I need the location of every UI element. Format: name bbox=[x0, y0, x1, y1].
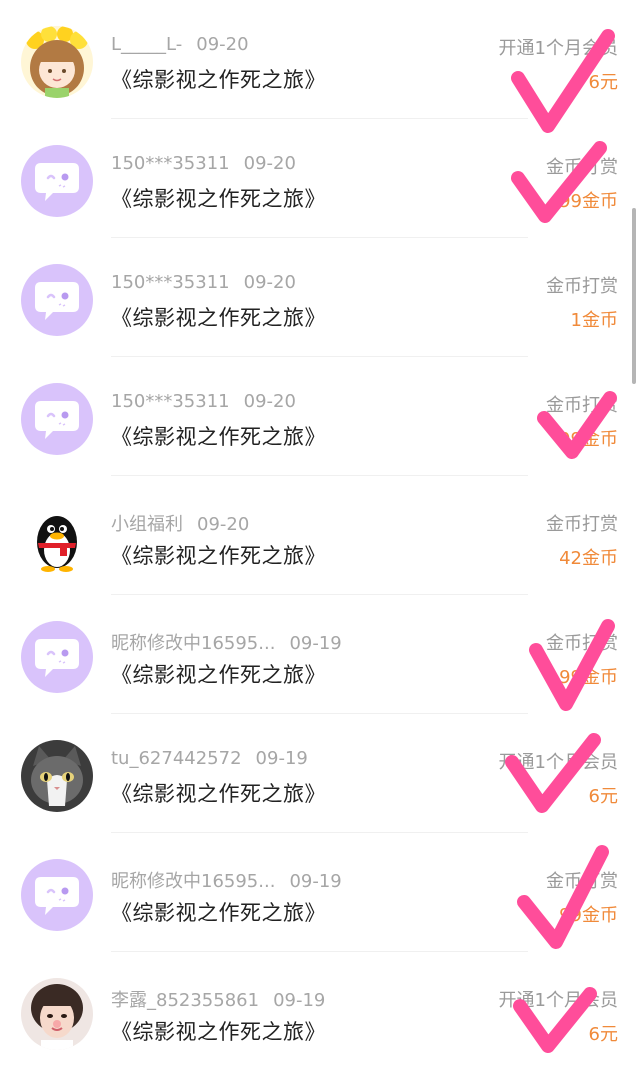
transaction-amount: 6元 bbox=[588, 786, 618, 807]
transaction-amount: 99金币 bbox=[559, 667, 618, 688]
username[interactable]: 昵称修改中16595... bbox=[111, 633, 275, 654]
list-item[interactable]: 150***35311 09-20 《综影视之作死之旅》 金币打赏 99金币 bbox=[0, 357, 640, 476]
transaction-amount: 6元 bbox=[588, 1024, 618, 1045]
list-item[interactable]: 李露_852355861 09-19 《综影视之作死之旅》 开通1个月会员 6元 bbox=[0, 952, 640, 1071]
transaction-amount: 99金币 bbox=[559, 191, 618, 212]
transaction-type: 金币打赏 bbox=[546, 395, 618, 416]
default-chat-avatar[interactable] bbox=[21, 264, 93, 336]
date: 09-20 bbox=[243, 153, 296, 174]
default-chat-avatar[interactable] bbox=[21, 859, 93, 931]
book-title: 《综影视之作死之旅》 bbox=[111, 663, 326, 687]
date: 09-20 bbox=[196, 34, 249, 55]
list-item[interactable]: 昵称修改中16595... 09-19 《综影视之作死之旅》 金币打赏 99金币 bbox=[0, 595, 640, 714]
book-title: 《综影视之作死之旅》 bbox=[111, 306, 326, 330]
date: 09-19 bbox=[273, 990, 326, 1011]
username[interactable]: 小组福利 bbox=[111, 514, 183, 535]
date: 09-20 bbox=[197, 514, 250, 535]
user-meta: 李露_852355861 09-19 bbox=[111, 986, 326, 1011]
transaction-type: 开通1个月会员 bbox=[498, 990, 618, 1011]
user-meta: 150***35311 09-20 bbox=[111, 272, 296, 296]
transaction-type: 开通1个月会员 bbox=[498, 38, 618, 59]
girl-photo-avatar[interactable] bbox=[21, 978, 93, 1050]
transaction-amount: 6元 bbox=[588, 72, 618, 93]
transaction-type: 金币打赏 bbox=[546, 633, 618, 654]
date: 09-19 bbox=[255, 748, 308, 769]
user-meta: L_____L- 09-20 bbox=[111, 34, 249, 58]
date: 09-19 bbox=[289, 633, 342, 654]
reward-list: L_____L- 09-20 《综影视之作死之旅》 开通1个月会员 6元 150*… bbox=[0, 0, 640, 1071]
username[interactable]: L_____L- bbox=[111, 34, 182, 55]
transaction-type: 金币打赏 bbox=[546, 871, 618, 892]
username[interactable]: 昵称修改中16595... bbox=[111, 871, 275, 892]
book-title: 《综影视之作死之旅》 bbox=[111, 1020, 326, 1044]
penguin-avatar[interactable] bbox=[21, 502, 93, 574]
book-title: 《综影视之作死之旅》 bbox=[111, 544, 326, 568]
username[interactable]: tu_627442572 bbox=[111, 748, 242, 769]
date: 09-20 bbox=[243, 391, 296, 412]
username[interactable]: 150***35311 bbox=[111, 272, 230, 293]
default-chat-avatar[interactable] bbox=[21, 145, 93, 217]
default-chat-avatar[interactable] bbox=[21, 383, 93, 455]
user-meta: 150***35311 09-20 bbox=[111, 391, 296, 415]
date: 09-20 bbox=[243, 272, 296, 293]
user-meta: 昵称修改中16595... 09-19 bbox=[111, 867, 342, 892]
list-item[interactable]: 150***35311 09-20 《综影视之作死之旅》 金币打赏 1金币 bbox=[0, 238, 640, 357]
book-title: 《综影视之作死之旅》 bbox=[111, 187, 326, 211]
transaction-type: 开通1个月会员 bbox=[498, 752, 618, 773]
transaction-type: 金币打赏 bbox=[546, 276, 618, 297]
list-item[interactable]: 昵称修改中16595... 09-19 《综影视之作死之旅》 金币打赏 99金币 bbox=[0, 833, 640, 952]
list-item[interactable]: L_____L- 09-20 《综影视之作死之旅》 开通1个月会员 6元 bbox=[0, 0, 640, 119]
cat-photo-avatar[interactable] bbox=[21, 740, 93, 812]
username[interactable]: 150***35311 bbox=[111, 391, 230, 412]
anime-girl-avatar[interactable] bbox=[21, 26, 93, 98]
transaction-type: 金币打赏 bbox=[546, 514, 618, 535]
user-meta: 150***35311 09-20 bbox=[111, 153, 296, 177]
scrollbar[interactable] bbox=[632, 208, 636, 384]
user-meta: 昵称修改中16595... 09-19 bbox=[111, 629, 342, 654]
date: 09-19 bbox=[289, 871, 342, 892]
book-title: 《综影视之作死之旅》 bbox=[111, 901, 326, 925]
default-chat-avatar[interactable] bbox=[21, 621, 93, 693]
book-title: 《综影视之作死之旅》 bbox=[111, 782, 326, 806]
user-meta: 小组福利 09-20 bbox=[111, 510, 250, 535]
book-title: 《综影视之作死之旅》 bbox=[111, 425, 326, 449]
book-title: 《综影视之作死之旅》 bbox=[111, 68, 326, 92]
list-item[interactable]: 小组福利 09-20 《综影视之作死之旅》 金币打赏 42金币 bbox=[0, 476, 640, 595]
list-item[interactable]: tu_627442572 09-19 《综影视之作死之旅》 开通1个月会员 6元 bbox=[0, 714, 640, 833]
transaction-amount: 1金币 bbox=[570, 310, 618, 331]
transaction-amount: 42金币 bbox=[559, 548, 618, 569]
transaction-amount: 99金币 bbox=[559, 905, 618, 926]
transaction-type: 金币打赏 bbox=[546, 157, 618, 178]
user-meta: tu_627442572 09-19 bbox=[111, 748, 308, 772]
transaction-amount: 99金币 bbox=[559, 429, 618, 450]
username[interactable]: 李露_852355861 bbox=[111, 990, 259, 1011]
list-item[interactable]: 150***35311 09-20 《综影视之作死之旅》 金币打赏 99金币 bbox=[0, 119, 640, 238]
username[interactable]: 150***35311 bbox=[111, 153, 230, 174]
